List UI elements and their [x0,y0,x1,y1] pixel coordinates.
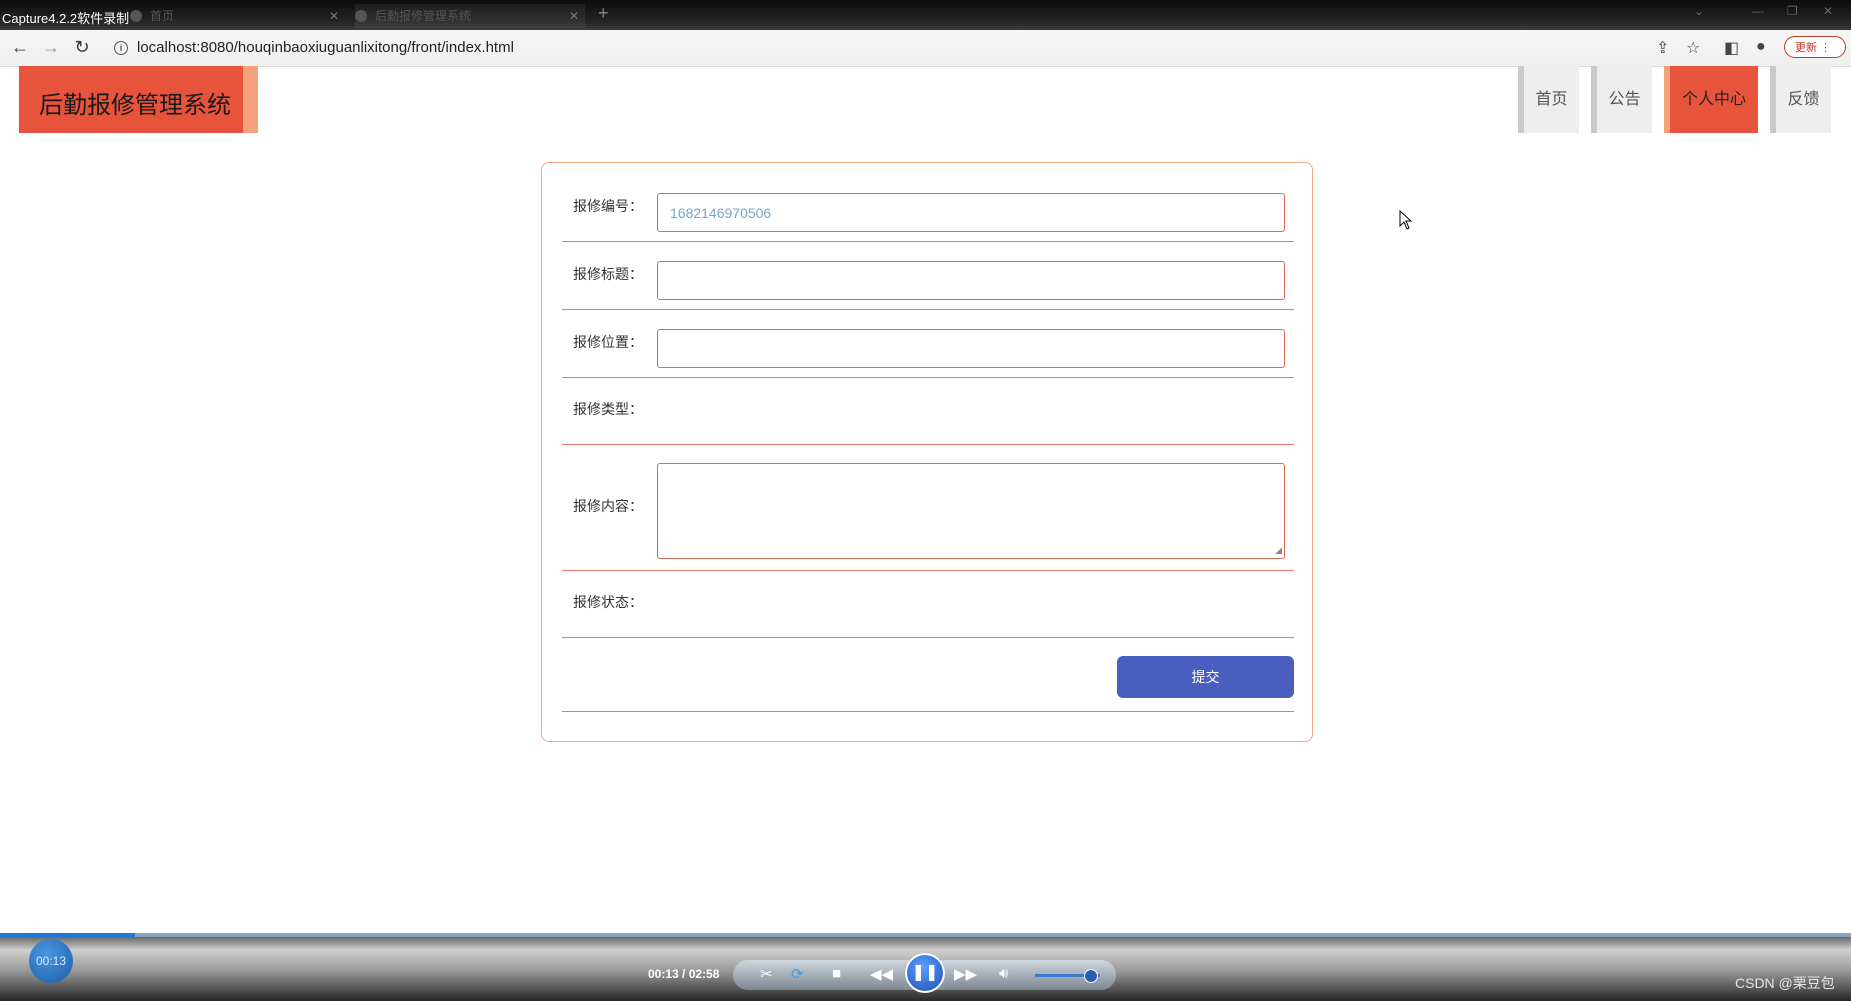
nav-item-notice[interactable]: 公告 [1591,66,1652,133]
star-icon[interactable]: ☆ [1686,38,1700,58]
watermark: CSDN @栗豆包 [1735,975,1835,991]
logo-accent-stripe [243,66,258,133]
tab-title: 首页 [150,9,175,23]
repair-content-label: 报修内容： [573,498,643,514]
back-arrow-icon[interactable]: ← [9,37,31,58]
info-icon[interactable]: i [114,41,128,55]
form-row-repair-content: 报修内容： ◢ [562,444,1294,571]
close-window-icon[interactable]: ✕ [1823,4,1833,18]
rewind-icon[interactable]: ◀◀ [870,965,893,983]
form-row-repair-location: 报修位置： [562,309,1294,378]
site-logo[interactable]: 后勤报修管理系统 [19,66,243,133]
repair-location-label: 报修位置： [573,334,643,350]
form-row-submit: 提交 [562,637,1294,712]
address-bar: ← → ↻ i localhost:8080/houqinbaoxiuguanl… [0,30,1851,67]
stop-icon[interactable]: ■ [832,965,841,982]
browser-tab-system[interactable]: 后勤报修管理系统 ✕ [355,4,585,28]
repair-type-label: 报修类型： [573,401,643,417]
pause-button[interactable]: ❚❚ [905,953,945,993]
repair-form-card: 报修编号： 1682146970506 报修标题： 报修位置： 报修类型： 报修… [541,162,1313,742]
site-favicon-icon [355,10,367,22]
repair-content-textarea[interactable]: ◢ [657,463,1285,559]
form-row-repair-status: 报修状态： [562,570,1294,638]
resize-grip-icon[interactable]: ◢ [1275,545,1282,556]
update-label: 更新 [1795,42,1817,54]
forward-arrow-icon[interactable]: → [40,37,62,58]
nav-label: 公告 [1608,91,1641,108]
form-row-repair-type: 报修类型： [562,377,1294,445]
title-bar: Capture4.2.2软件录制 首页 ✕ 后勤报修管理系统 ✕ + ⌄ — ❐… [0,0,1851,30]
recorder-title: Capture4.2.2软件录制 [2,11,130,26]
repair-location-field[interactable] [657,329,1285,368]
form-row-repair-title: 报修标题： [562,241,1294,310]
repair-status-label: 报修状态： [573,594,643,610]
time-display: 00:13 / 02:58 [648,967,720,981]
site-title: 后勤报修管理系统 [39,92,231,119]
fast-forward-icon[interactable]: ▶▶ [954,965,977,983]
update-button[interactable]: 更新 ⋮ [1784,36,1846,58]
screenshot-icon[interactable]: ✂ [760,965,773,983]
repair-number-field[interactable]: 1682146970506 [657,193,1285,232]
mouse-cursor-icon [1399,210,1413,230]
chevron-down-icon[interactable]: ⌄ [1694,4,1704,18]
repair-title-label: 报修标题： [573,266,643,282]
reload-icon[interactable]: ↻ [71,37,93,58]
share-icon[interactable]: ⇪ [1656,38,1669,58]
url-field[interactable]: localhost:8080/houqinbaoxiuguanlixitong/… [137,39,514,56]
browser-tab-home[interactable]: 首页 ✕ [130,4,345,28]
current-time-bubble: 00:13 [29,939,73,983]
nav-item-home[interactable]: 首页 [1518,66,1579,133]
video-player-bar: 00:13 00:13 / 02:58 ✂ ⟳ ■ ◀◀ ❚❚ ▶▶ 🔊︎ CS… [0,933,1851,1001]
new-tab-icon[interactable]: + [598,3,609,24]
repair-number-label: 报修编号： [573,198,643,214]
submit-button[interactable]: 提交 [1117,656,1294,698]
progress-fill [0,933,136,937]
nav-item-personal-center[interactable]: 个人中心 [1664,66,1758,133]
nav-label: 反馈 [1787,91,1820,108]
form-row-repair-number: 报修编号： 1682146970506 [562,163,1294,242]
nav-label: 首页 [1535,91,1568,108]
progress-track[interactable] [0,933,1851,937]
nav-item-feedback[interactable]: 反馈 [1770,66,1831,133]
globe-icon [130,10,142,22]
minimize-icon[interactable]: — [1752,4,1764,18]
profile-icon[interactable]: ● [1756,38,1766,56]
sidebar-icon[interactable]: ◧ [1724,38,1739,58]
tab-title: 后勤报修管理系统 [375,9,472,23]
restore-icon[interactable]: ❐ [1787,4,1798,18]
close-tab-icon[interactable]: ✕ [569,4,579,28]
nav-label: 个人中心 [1681,91,1746,108]
close-tab-icon[interactable]: ✕ [329,4,339,28]
loop-icon[interactable]: ⟳ [791,965,804,983]
repair-title-field[interactable] [657,261,1285,300]
volume-icon[interactable]: 🔊︎ [999,965,1008,982]
